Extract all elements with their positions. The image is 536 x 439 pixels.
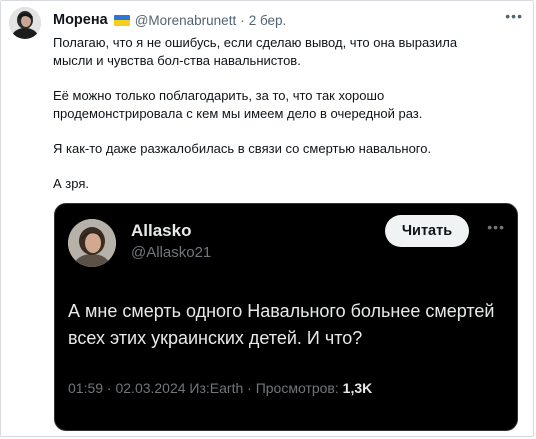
tweet-text-line: продемонстрировала с кем мы имеем дело в…	[53, 106, 423, 121]
quoted-author-avatar[interactable]	[68, 219, 116, 267]
tweet-text: Полагаю, что я не ошибусь, если сделаю в…	[53, 34, 523, 193]
quoted-author-handle[interactable]: @Allasko21	[131, 244, 211, 261]
author-avatar[interactable]	[9, 7, 41, 39]
quoted-tweet-meta: 01:59 · 02.03.2024 Из:Earth · Просмотров…	[68, 380, 372, 396]
more-horizontal-icon[interactable]: •••	[505, 9, 523, 23]
ukraine-flag-icon	[113, 14, 130, 26]
tweet-text-line: мысли и чувства бол-ства навальнистов.	[53, 53, 301, 68]
author-name[interactable]: Морена	[53, 12, 108, 28]
quoted-tweet-card[interactable]: Allasko @Allasko21 Читать ••• А мне смер…	[54, 203, 518, 431]
follow-button[interactable]: Читать	[385, 215, 469, 247]
quoted-tweet-text: А мне смерть одного Навального больнее с…	[68, 301, 495, 348]
tweet-text-line: Её можно только поблагодарить, за то, чт…	[53, 88, 385, 103]
more-horizontal-icon[interactable]: •••	[487, 220, 505, 234]
author-handle[interactable]: @Morenabrunett	[135, 13, 237, 28]
tweet-date[interactable]: 2 бер.	[249, 13, 287, 28]
tweet-container: Морена @Morenabrunett · 2 бер. ••• Полаг…	[0, 0, 534, 437]
separator: ·	[240, 12, 245, 28]
tweet-text-line: А зря.	[53, 176, 89, 191]
tweet-text-line: Полагаю, что я не ошибусь, если сделаю в…	[53, 35, 458, 50]
quoted-tweet-timestamp: 01:59 · 02.03.2024 Из:Earth · Просмотров…	[68, 380, 343, 396]
tweet-text-line: Я как-то даже разжалобилась в связи со с…	[53, 141, 432, 156]
tweet-header: Морена @Morenabrunett · 2 бер.	[53, 11, 286, 29]
views-count: 1,3K	[342, 380, 373, 396]
quoted-author-name[interactable]: Allasko	[131, 221, 191, 241]
